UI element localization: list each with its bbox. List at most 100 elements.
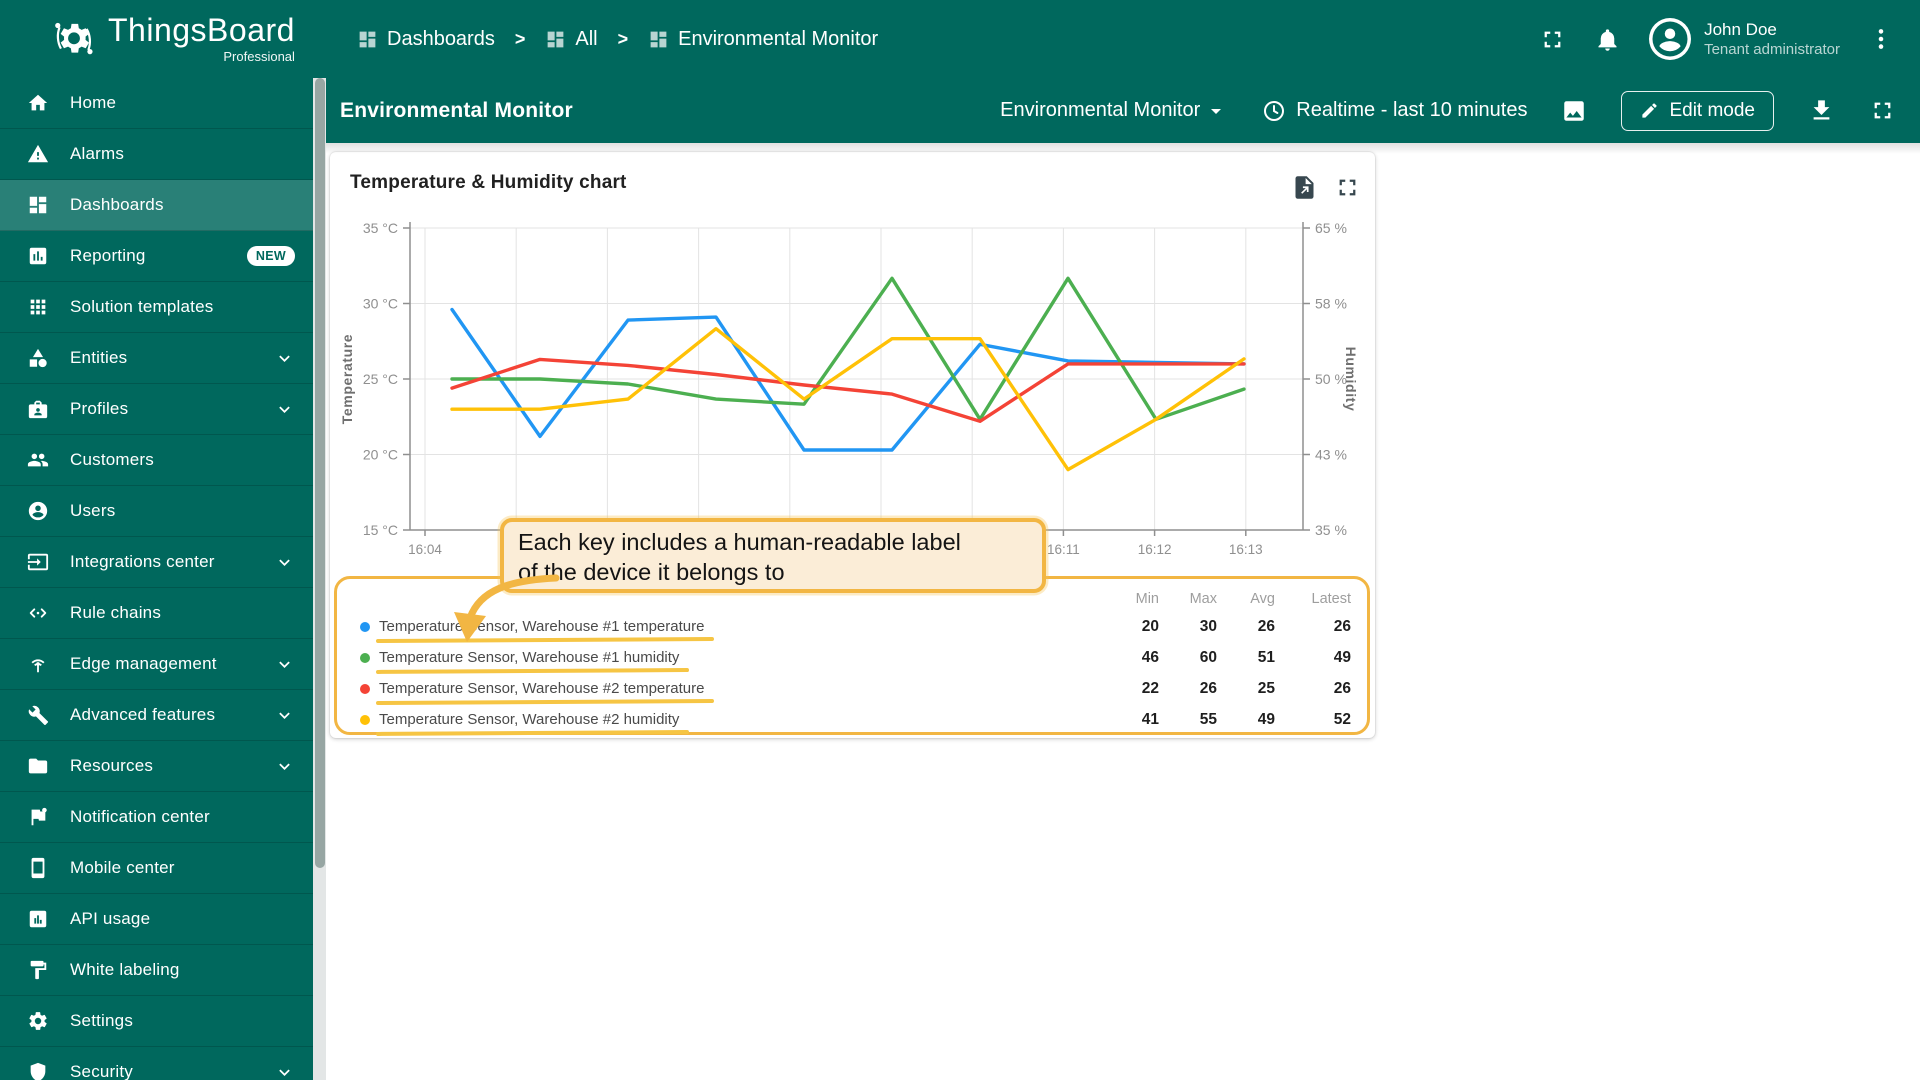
sidebar-item-mobile-center[interactable]: Mobile center [0,843,313,894]
widget-export-button[interactable] [1291,174,1318,201]
page-title: Environmental Monitor [340,98,573,122]
chevron-down-icon [274,1062,295,1080]
legend-max-value: 26 [1199,679,1217,697]
toolbar-fullscreen-button[interactable] [1869,97,1896,124]
legend-min-value: 20 [1141,617,1159,635]
edit-mode-button[interactable]: Edit mode [1621,90,1774,131]
svg-text:58 %: 58 % [1315,296,1347,312]
svg-text:65 %: 65 % [1315,220,1347,236]
svg-text:35 %: 35 % [1315,522,1347,538]
notification-flag-icon [27,806,49,828]
shield-icon [27,1061,49,1080]
clock-icon [1262,99,1286,123]
legend-max-value: 30 [1199,617,1217,635]
bell-icon [1594,26,1621,53]
sidebar-item-edge-management[interactable]: Edge management [0,639,313,690]
chart-box-icon [27,908,49,930]
sidebar-item-security[interactable]: Security [0,1047,313,1080]
legend-series-label[interactable]: Temperature Sensor, Warehouse #2 tempera… [379,680,704,698]
phone-icon [27,857,49,879]
dashboard-image-button[interactable] [1561,98,1587,124]
gear-icon [27,1010,49,1032]
sidebar-item-advanced-features[interactable]: Advanced features [0,690,313,741]
legend-row[interactable]: Temperature Sensor, Warehouse #2 tempera… [351,673,1351,704]
sidebar-item-solution-templates[interactable]: Solution templates [0,282,313,333]
legend-avg-value: 25 [1257,679,1275,697]
rule-chain-icon [27,602,49,624]
user-menu[interactable]: John Doe Tenant administrator [1649,18,1840,60]
sidebar-item-customers[interactable]: Customers [0,435,313,486]
dashboard-icon [357,29,378,50]
breadcrumb-label: All [575,27,598,50]
sidebar-item-home[interactable]: Home [0,78,313,129]
fullscreen-icon [1869,97,1896,124]
legend-avg-value: 49 [1257,710,1275,728]
sidebar-item-api-usage[interactable]: API usage [0,894,313,945]
sidebar-item-users[interactable]: Users [0,486,313,537]
breadcrumb-all[interactable]: All [545,27,598,51]
kebab-icon [1868,26,1894,52]
notifications-button[interactable] [1594,26,1621,53]
widget-fullscreen-button[interactable] [1334,174,1361,201]
sidebar-item-profiles[interactable]: Profiles [0,384,313,435]
new-badge: NEW [246,246,295,266]
sidebar-item-alarms[interactable]: Alarms [0,129,313,180]
badge-icon [27,398,49,420]
fullscreen-icon [1539,26,1566,53]
annotation-text-line2: of the device it belongs to [518,558,785,585]
legend-series-label[interactable]: Temperature Sensor, Warehouse #1 humidit… [379,649,679,667]
folder-icon [27,755,49,777]
header-kebab-menu-button[interactable] [1868,26,1894,52]
svg-text:16:12: 16:12 [1138,542,1172,557]
legend-column-max: Max [1189,590,1217,607]
sidebar-item-resources[interactable]: Resources [0,741,313,792]
legend-series-label[interactable]: Temperature Sensor, Warehouse #2 humidit… [379,711,679,729]
scrollbar-thumb[interactable] [314,78,325,868]
dashboard-content: Temperature & Humidity chart 35 °C 65 % 30… [326,143,1920,1080]
legend-latest-value: 52 [1333,710,1351,728]
dashboard-select[interactable]: Environmental Monitor [1000,99,1228,123]
dashboard-icon [648,29,669,50]
breadcrumb-environmental-monitor[interactable]: Environmental Monitor [648,28,878,51]
download-icon [1808,97,1835,124]
legend-latest-value: 49 [1333,648,1351,666]
dashboard-icon [545,29,566,50]
sidebar-item-settings[interactable]: Settings [0,996,313,1047]
annotation-callout: Each key includes a human-readable label… [500,518,1046,593]
sidebar-item-dashboards[interactable]: Dashboards [0,180,313,231]
legend-min-value: 46 [1141,648,1159,666]
person-icon [1649,18,1691,60]
svg-text:Humidity: Humidity [1343,347,1359,412]
legend-avg-value: 26 [1257,617,1275,635]
timewindow-button[interactable]: Realtime - last 10 minutes [1262,99,1527,123]
thingsboard-logo[interactable]: ThingsBoard Professional [0,14,313,64]
legend-row[interactable]: Temperature Sensor, Warehouse #2 humidit… [351,704,1351,735]
svg-text:20 °C: 20 °C [363,447,398,463]
sidebar-item-notification-center[interactable]: Notification center [0,792,313,843]
sidebar-item-white-labeling[interactable]: White labeling [0,945,313,996]
sidebar-item-integrations-center[interactable]: Integrations center [0,537,313,588]
file-export-icon [1291,174,1318,201]
svg-text:16:13: 16:13 [1229,542,1263,557]
sidebar-scrollbar[interactable] [313,78,326,1080]
chevron-down-icon [274,348,295,369]
sidebar-item-rule-chains[interactable]: Rule chains [0,588,313,639]
report-icon [27,245,49,267]
series-color-dot [360,621,370,632]
download-button[interactable] [1808,97,1835,124]
caret-down-icon [1204,99,1228,123]
breadcrumb-separator: > [514,28,526,49]
legend-column-latest: Latest [1311,590,1352,607]
chevron-down-icon [274,399,295,420]
header-fullscreen-button[interactable] [1539,26,1566,53]
avatar [1649,18,1692,60]
svg-text:35 °C: 35 °C [363,220,398,236]
breadcrumb-dashboards[interactable]: Dashboards [357,28,495,51]
breadcrumb-separator: > [617,28,629,49]
sidebar-item-reporting[interactable]: Reporting NEW [0,231,313,282]
sidebar-item-entities[interactable]: Entities [0,333,313,384]
chevron-down-icon [274,552,295,573]
entities-icon [27,347,49,369]
pencil-icon [1640,101,1659,120]
breadcrumb-label: Environmental Monitor [678,27,879,50]
